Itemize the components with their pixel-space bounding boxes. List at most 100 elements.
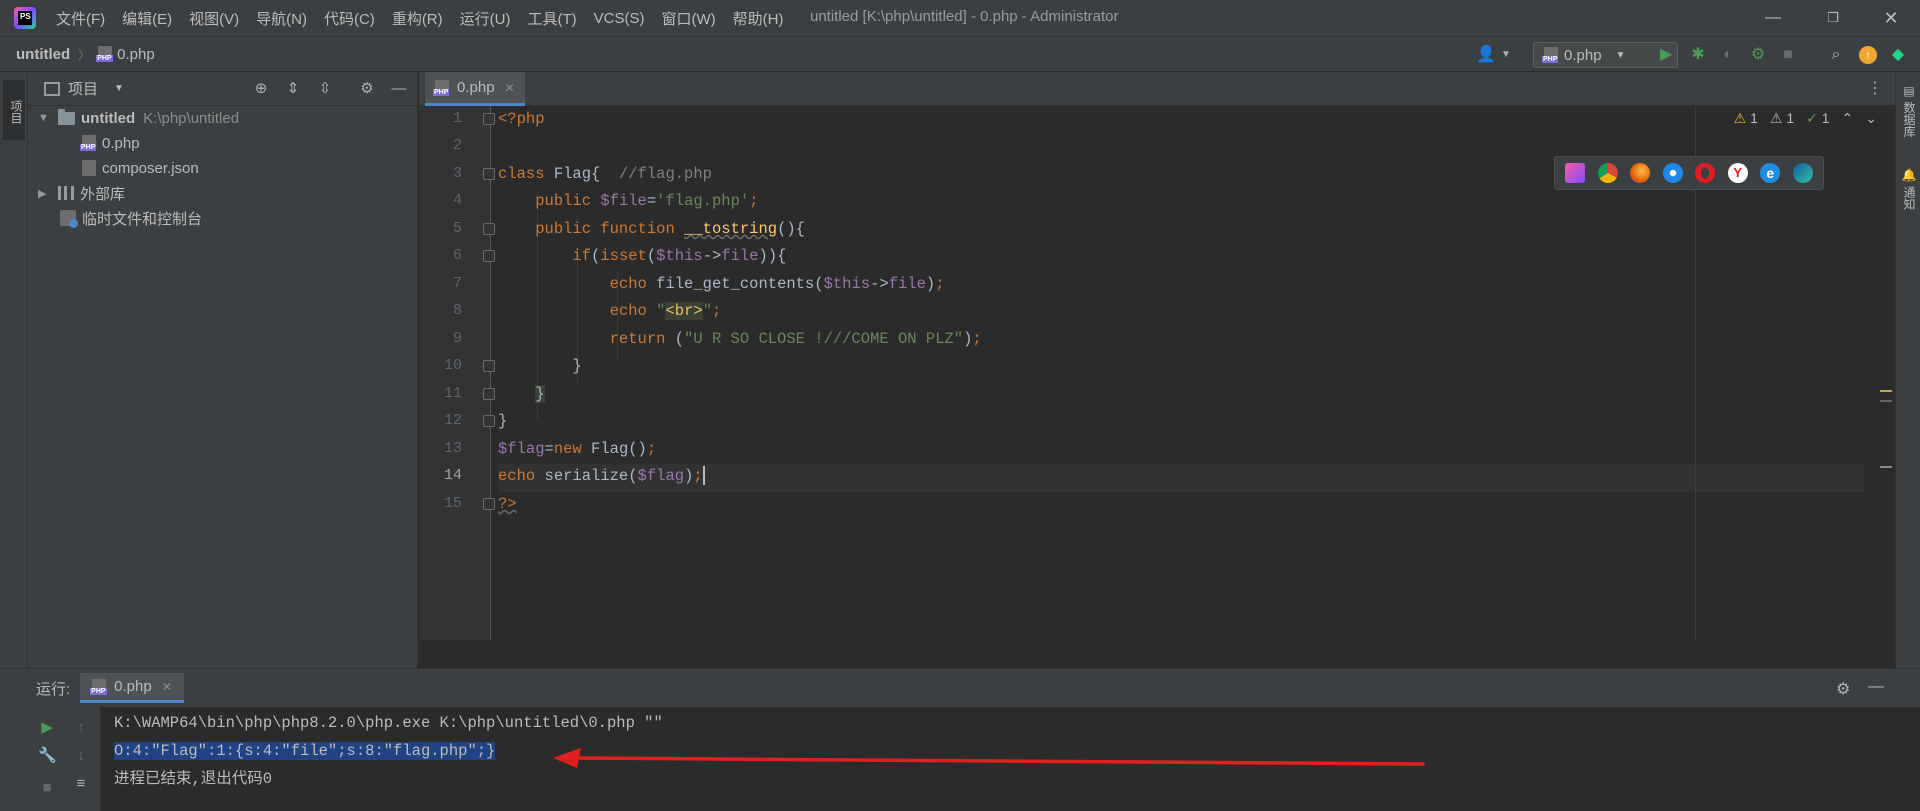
safari-icon[interactable] bbox=[1662, 163, 1683, 183]
opera-icon[interactable] bbox=[1695, 163, 1716, 183]
menu-view[interactable]: 视图(V) bbox=[189, 8, 239, 29]
soft-wrap-icon[interactable]: ≡ bbox=[72, 775, 90, 793]
wrench-icon[interactable]: 🔧 bbox=[38, 747, 57, 765]
previous-highlight-icon[interactable]: ⌃ bbox=[1842, 110, 1854, 127]
run-tab-0php[interactable]: 0.php ✕ bbox=[80, 673, 184, 703]
run-toolbar: ▶ ↑ 🔧 ↓ ■ ≡ bbox=[0, 707, 101, 811]
phpstorm-browser-icon[interactable] bbox=[1565, 163, 1586, 183]
menu-code[interactable]: 代码(C) bbox=[324, 8, 375, 29]
chevron-down-icon[interactable]: ▼ bbox=[114, 83, 124, 94]
restore-icon[interactable]: ❐ bbox=[1818, 6, 1848, 30]
more-options-icon[interactable]: ⋮ bbox=[1867, 78, 1883, 98]
menu-refactor[interactable]: 重构(R) bbox=[392, 8, 443, 29]
minimize-icon[interactable]: — bbox=[1758, 6, 1788, 30]
fold-marker-icon[interactable] bbox=[483, 498, 495, 510]
menu-navigate[interactable]: 导航(N) bbox=[256, 8, 307, 29]
rerun-icon[interactable]: ▶ bbox=[38, 719, 56, 737]
menu-help[interactable]: 帮助(H) bbox=[733, 8, 784, 29]
text-caret bbox=[702, 466, 705, 486]
inspection-widget[interactable]: ⚠ 1 ⚠ 1 ✓ 1 ⌃ ⌄ bbox=[1734, 110, 1877, 127]
tree-item-0php[interactable]: 0.php bbox=[80, 131, 140, 155]
console-selected-output[interactable]: O:4:"Flag":1:{s:4:"file";s:8:"flag.php";… bbox=[114, 742, 496, 760]
coverage-icon[interactable]: ◐ bbox=[1718, 45, 1738, 65]
php-file-icon bbox=[80, 135, 97, 151]
database-tab[interactable]: ▤ 数据库 bbox=[1900, 84, 1918, 137]
fold-marker-icon[interactable] bbox=[483, 113, 495, 125]
debug-icon[interactable]: ✱ bbox=[1688, 45, 1708, 65]
firefox-icon[interactable] bbox=[1630, 163, 1651, 183]
run-icon[interactable]: ▶ bbox=[1656, 45, 1676, 65]
tree-item-scratches[interactable]: 临时文件和控制台 bbox=[60, 206, 202, 230]
toolbox-icon[interactable]: ◆ bbox=[1888, 45, 1908, 65]
stop-icon[interactable]: ■ bbox=[1778, 45, 1798, 65]
fold-marker-icon[interactable] bbox=[483, 223, 495, 235]
breadcrumb-project[interactable]: untitled bbox=[16, 46, 70, 63]
fold-marker-icon[interactable] bbox=[483, 168, 495, 180]
expand-all-icon[interactable]: ⇕ bbox=[284, 80, 302, 98]
file-name: composer.json bbox=[102, 159, 199, 177]
line-number: 6 bbox=[452, 247, 462, 264]
php-file-icon bbox=[1542, 47, 1559, 63]
editor-tab-0php[interactable]: 0.php ✕ bbox=[425, 72, 525, 106]
menu-edit[interactable]: 编辑(E) bbox=[122, 8, 172, 29]
chevron-right-icon[interactable]: ▶ bbox=[38, 187, 50, 200]
left-tool-stripe: 项目 bbox=[0, 72, 28, 668]
ie-icon[interactable]: e bbox=[1760, 163, 1781, 183]
project-tool-window-tab[interactable]: 项目 bbox=[3, 80, 25, 140]
fold-marker-icon[interactable] bbox=[483, 360, 495, 372]
browser-preview-bar: Y e bbox=[1554, 156, 1824, 190]
menu-tools[interactable]: 工具(T) bbox=[527, 8, 576, 29]
annotation-arrow-shaft bbox=[573, 756, 1425, 766]
tree-item-external-libraries[interactable]: ▶ 外部库 bbox=[38, 181, 125, 205]
code-editor[interactable]: 1 2 3 4 5 6 7 8 9 10 11 12 13 14 15 <?ph… bbox=[419, 106, 1895, 668]
phpstorm-logo-icon[interactable]: PS bbox=[14, 7, 36, 29]
collapse-all-icon[interactable]: ⇳ bbox=[316, 80, 334, 98]
warnings-indicator[interactable]: ⚠ 1 bbox=[1734, 110, 1758, 127]
gear-icon[interactable]: ⚙ bbox=[1836, 679, 1850, 699]
tree-item-composer-json[interactable]: composer.json bbox=[82, 156, 199, 180]
close-icon[interactable]: ✕ bbox=[1876, 6, 1906, 30]
editor-scrollbar[interactable] bbox=[1879, 106, 1892, 640]
hide-icon[interactable]: — bbox=[1868, 678, 1884, 696]
breadcrumb-file[interactable]: 0.php bbox=[117, 46, 155, 63]
php-file-icon bbox=[433, 79, 450, 96]
root-folder-name: untitled bbox=[81, 109, 136, 127]
close-tab-icon[interactable]: ✕ bbox=[505, 81, 515, 95]
user-chevron-icon[interactable]: ▼ bbox=[1496, 45, 1516, 65]
chevron-down-icon[interactable]: ▼ bbox=[38, 112, 50, 124]
fold-marker-icon[interactable] bbox=[483, 250, 495, 262]
chrome-icon[interactable] bbox=[1597, 163, 1618, 183]
json-file-icon bbox=[82, 160, 96, 176]
menu-run[interactable]: 运行(U) bbox=[460, 8, 511, 29]
scroll-up-icon[interactable]: ↑ bbox=[72, 719, 90, 737]
stop-icon[interactable]: ■ bbox=[38, 779, 56, 797]
fold-marker-icon[interactable] bbox=[483, 388, 495, 400]
edge-icon[interactable] bbox=[1792, 163, 1813, 183]
gear-icon[interactable]: ⚙ bbox=[358, 80, 376, 98]
weak-warnings-indicator[interactable]: ⚠ 1 bbox=[1770, 110, 1794, 127]
search-icon[interactable]: ⌕ bbox=[1826, 45, 1846, 65]
fold-marker-icon[interactable] bbox=[483, 415, 495, 427]
locate-icon[interactable]: ⊕ bbox=[252, 80, 270, 98]
close-tab-icon[interactable]: ✕ bbox=[162, 680, 172, 694]
next-highlight-icon[interactable]: ⌄ bbox=[1865, 110, 1877, 127]
update-icon[interactable]: ↑ bbox=[1858, 45, 1878, 65]
warning-stripe-mark[interactable] bbox=[1880, 390, 1892, 392]
tree-item-root[interactable]: ▼ untitled K:\php\untitled bbox=[38, 106, 239, 130]
scratches-label: 临时文件和控制台 bbox=[82, 210, 203, 228]
caret-stripe-mark[interactable] bbox=[1880, 466, 1892, 468]
profile-icon[interactable]: ⚙ bbox=[1748, 45, 1768, 65]
hide-icon[interactable]: — bbox=[390, 80, 408, 98]
yandex-icon[interactable]: Y bbox=[1727, 163, 1748, 183]
project-panel-title[interactable]: 项目 bbox=[68, 78, 98, 99]
stripe-mark[interactable] bbox=[1880, 400, 1892, 402]
notifications-tab[interactable]: 🔔 通知 bbox=[1900, 168, 1918, 210]
menu-vcs[interactable]: VCS(S) bbox=[594, 10, 645, 27]
project-panel: 项目 ▼ ⊕ ⇕ ⇳ ⚙ — ▼ untitled K:\php\untitle… bbox=[28, 72, 418, 668]
user-icon[interactable]: 👤 bbox=[1476, 45, 1496, 65]
menu-window[interactable]: 窗口(W) bbox=[661, 8, 715, 29]
line-number: 14 bbox=[443, 467, 462, 484]
typos-indicator[interactable]: ✓ 1 bbox=[1806, 110, 1829, 127]
scroll-down-icon[interactable]: ↓ bbox=[72, 747, 90, 765]
menu-file[interactable]: 文件(F) bbox=[56, 8, 105, 29]
